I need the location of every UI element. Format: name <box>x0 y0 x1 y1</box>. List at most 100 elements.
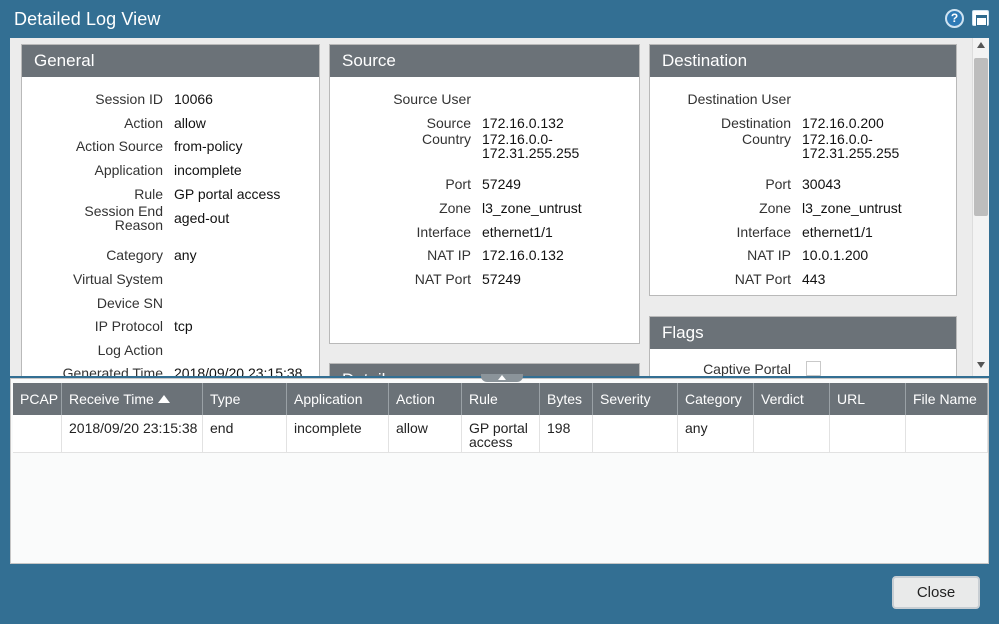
window-title: Detailed Log View <box>14 9 161 29</box>
table-cell: end <box>203 415 287 453</box>
column-header[interactable]: Category <box>678 383 754 415</box>
field-value: ethernet1/1 <box>482 224 553 240</box>
table-cell: allow <box>389 415 462 453</box>
column-header[interactable]: Verdict <box>754 383 830 415</box>
field-label: Source User <box>393 91 471 107</box>
field-value: ethernet1/1 <box>802 224 873 240</box>
detailed-log-view-dialog: Detailed Log View ? General Session ID 10… <box>0 0 999 624</box>
grid-header-row: PCAP Receive Time Type Application Action Rul… <box>13 383 988 415</box>
destination-panel-header: Destination <box>650 45 956 77</box>
column-header[interactable]: Severity <box>593 383 678 415</box>
field-label: Application <box>94 162 164 178</box>
field-value: 10066 <box>174 91 213 107</box>
column-header[interactable]: Receive Time <box>62 383 203 415</box>
field-value: GP portal access <box>174 186 281 202</box>
field-label: IP Protocol <box>94 318 163 334</box>
column-header[interactable]: Rule <box>462 383 540 415</box>
captive-portal-checkbox[interactable] <box>806 361 821 376</box>
field-value: 443 <box>802 271 826 287</box>
table-cell <box>906 415 988 453</box>
field-value: 10.0.1.200 <box>802 247 869 263</box>
source-panel: Source Source User Source 172.16.0.132 Coun… <box>329 44 640 344</box>
table-cell <box>13 415 62 453</box>
field-value: any <box>174 247 197 263</box>
field-label: Virtual System <box>73 271 163 287</box>
general-panel-header: General <box>22 45 319 77</box>
flags-panel-header: Flags <box>650 317 956 349</box>
field-label: Device SN <box>96 295 163 311</box>
column-header[interactable]: Bytes <box>540 383 593 415</box>
scroll-thumb[interactable] <box>974 58 988 216</box>
flag-label: Captive Portal <box>703 361 791 376</box>
column-header[interactable]: Action <box>389 383 462 415</box>
column-header[interactable]: Type <box>203 383 287 415</box>
vertical-scrollbar[interactable] <box>972 38 989 376</box>
field-value: l3_zone_untrust <box>482 200 582 216</box>
field-label: Zone <box>439 200 471 216</box>
field-value: 172.16.0.200 <box>802 115 884 131</box>
sort-ascending-icon <box>157 395 170 403</box>
field-label: NAT Port <box>414 271 471 287</box>
title-bar: Detailed Log View ? <box>0 0 999 38</box>
field-label: Category <box>106 247 163 263</box>
field-value: 172.16.0.132 <box>482 247 564 263</box>
field-label: NAT IP <box>427 247 471 263</box>
table-cell: incomplete <box>287 415 389 453</box>
field-label: Source <box>426 115 471 131</box>
column-header[interactable]: URL <box>830 383 906 415</box>
table-cell: any <box>678 415 754 453</box>
field-label: Destination <box>720 115 791 131</box>
field-value: 30043 <box>802 176 841 192</box>
column-header[interactable]: File Name <box>906 383 988 415</box>
field-value: tcp <box>174 318 193 334</box>
field-label: Rule <box>134 186 163 202</box>
log-grid-area: PCAP Receive Time Type Application Action Rul… <box>10 378 989 564</box>
field-label: Session End Reason <box>84 203 163 233</box>
field-value: aged-out <box>174 210 230 226</box>
field-label: Port <box>445 176 471 192</box>
splitter-collapse-handle[interactable] <box>481 374 523 382</box>
destination-panel: Destination Destination User Destination 1… <box>649 44 957 296</box>
field-value: 172.16.0.132 <box>482 115 564 131</box>
field-label: Country <box>421 131 471 147</box>
field-value: 57249 <box>482 176 521 192</box>
field-label: Log Action <box>97 342 163 358</box>
scroll-down-arrow-icon[interactable] <box>977 362 985 368</box>
field-value: l3_zone_untrust <box>802 200 902 216</box>
field-label: Interface <box>416 224 471 240</box>
table-cell <box>830 415 906 453</box>
field-label: Interface <box>736 224 791 240</box>
field-value: from-policy <box>174 138 243 154</box>
field-label: Country <box>741 131 791 147</box>
source-panel-header: Source <box>330 45 639 77</box>
table-cell: 198 <box>540 415 593 453</box>
table-cell <box>593 415 678 453</box>
field-value: 2018/09/20 23:15:38 <box>174 365 303 376</box>
field-label: Port <box>765 176 791 192</box>
field-label: Zone <box>759 200 791 216</box>
flags-panel: Flags Captive Portal <box>649 316 957 376</box>
column-header[interactable]: PCAP <box>13 383 62 415</box>
field-label: NAT Port <box>734 271 791 287</box>
scroll-up-arrow-icon[interactable] <box>977 42 985 48</box>
column-header[interactable]: Application <box>287 383 389 415</box>
help-icon[interactable]: ? <box>945 9 964 28</box>
table-cell: 2018/09/20 23:15:38 <box>62 415 203 453</box>
field-label: Action Source <box>75 138 163 154</box>
field-label: NAT IP <box>747 247 791 263</box>
field-label: Session ID <box>95 91 163 107</box>
close-button[interactable]: Close <box>892 576 980 609</box>
field-value: 57249 <box>482 271 521 287</box>
detail-panels-area: General Session ID 10066 Action allow Action… <box>10 38 989 376</box>
field-label: Generated Time <box>62 365 163 376</box>
field-value: 172.16.0.0- 172.31.255.255 <box>802 131 900 161</box>
field-label: Destination User <box>687 91 792 107</box>
maximize-icon[interactable] <box>972 10 989 26</box>
field-label: Action <box>124 115 163 131</box>
field-value: allow <box>174 115 206 131</box>
table-cell: GP portal access <box>462 415 540 453</box>
field-value: 172.16.0.0- 172.31.255.255 <box>482 131 580 161</box>
general-panel: General Session ID 10066 Action allow Action… <box>21 44 320 376</box>
field-value: incomplete <box>174 162 242 178</box>
table-row[interactable]: 2018/09/20 23:15:38 end incomplete allow GP … <box>13 415 988 453</box>
